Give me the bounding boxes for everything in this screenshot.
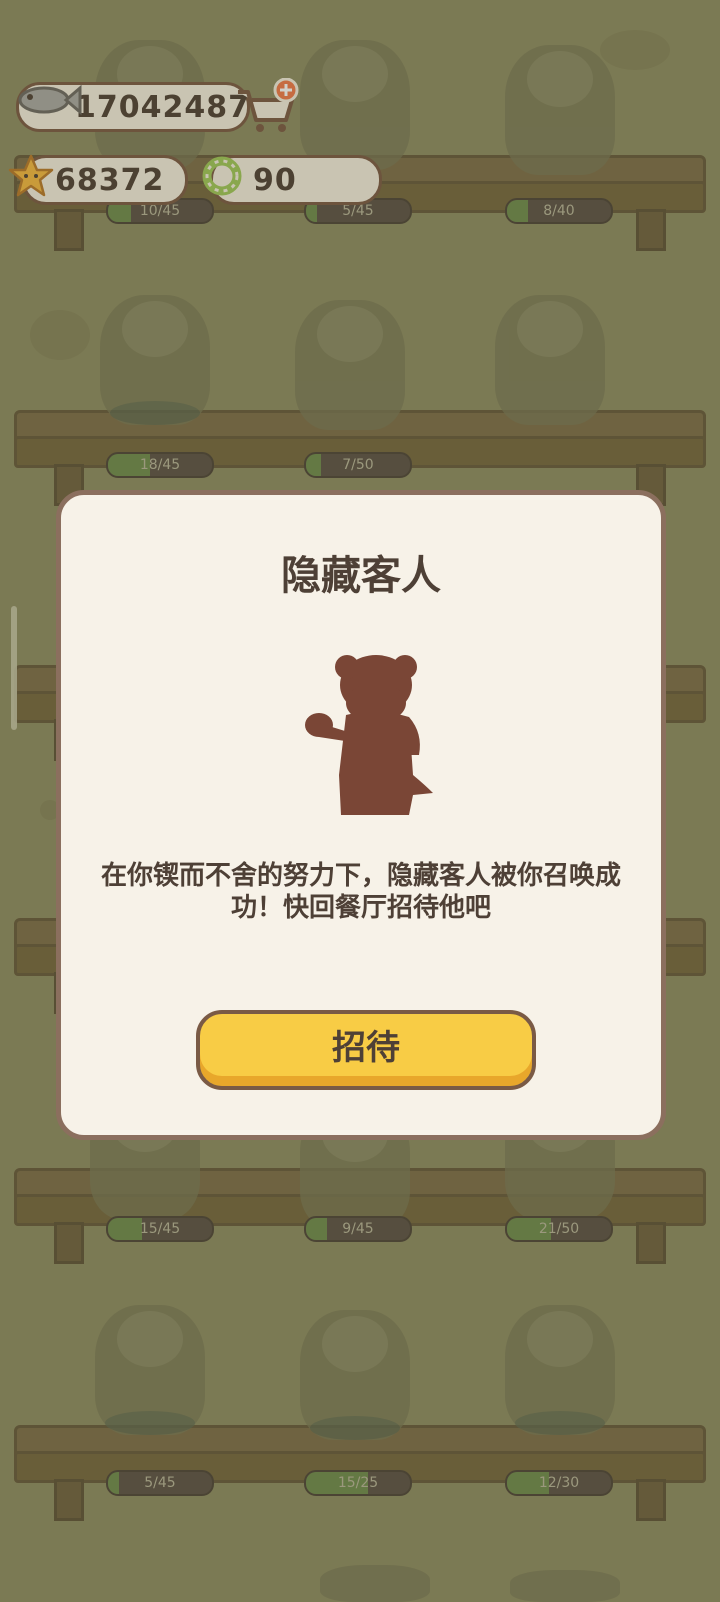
receive-guest-button[interactable]: 招待	[196, 1010, 536, 1090]
hidden-guest-silhouette	[305, 655, 433, 815]
hidden-guest-dialog: 隐藏客人 在你锲而不舍的努力下，隐藏客人被你召唤成功！快回餐厅招待他吧 招待	[56, 490, 666, 1140]
dialog-message: 在你锲而不舍的努力下，隐藏客人被你召唤成功！快回餐厅招待他吧	[101, 861, 622, 923]
dialog-title: 隐藏客人	[281, 553, 441, 599]
